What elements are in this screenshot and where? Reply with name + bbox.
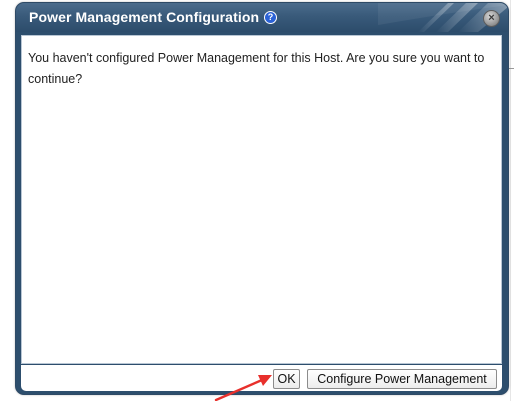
power-management-dialog: Power Management Configuration ? × You h…	[15, 2, 509, 395]
dialog-titlebar: Power Management Configuration ? ×	[16, 3, 508, 32]
page: Power Management Configuration ? × You h…	[0, 0, 514, 401]
ok-button[interactable]: OK	[273, 369, 300, 389]
dialog-footer: OK Configure Power Management	[21, 365, 502, 391]
confirmation-message: You haven't configured Power Management …	[28, 51, 485, 86]
close-icon[interactable]: ×	[483, 10, 500, 27]
configure-power-management-button[interactable]: Configure Power Management	[307, 369, 497, 389]
background-divider	[510, 0, 511, 401]
help-icon[interactable]: ?	[264, 11, 277, 24]
dialog-content: You haven't configured Power Management …	[21, 35, 502, 364]
dialog-title: Power Management Configuration	[29, 9, 260, 25]
